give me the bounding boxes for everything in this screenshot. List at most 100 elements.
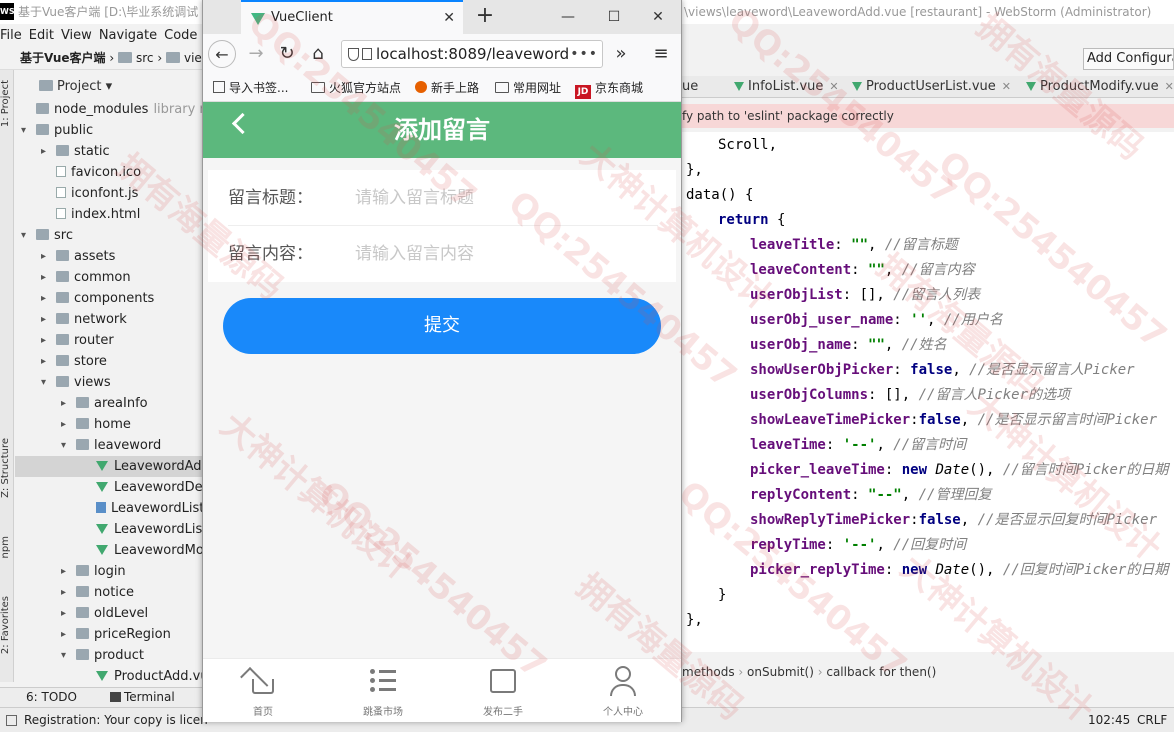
chevron-icon[interactable]: ▸ (41, 267, 51, 288)
forward-button[interactable]: → (242, 40, 270, 68)
nav-src[interactable]: src (136, 51, 154, 65)
bookmark-item[interactable]: 火狐官方站点 (311, 74, 401, 101)
close-tab-icon[interactable]: ✕ (1002, 80, 1011, 93)
chevron-icon[interactable]: ▸ (41, 246, 51, 267)
browser-tab[interactable]: VueClient ✕ (241, 0, 463, 34)
maximize-button[interactable]: ☐ (591, 0, 637, 34)
code-breadcrumb-item[interactable]: callback for then() (826, 665, 936, 679)
menu-item-view[interactable]: View (61, 28, 92, 43)
tree-item[interactable]: ▾ product (15, 645, 202, 666)
tree-item[interactable]: favicon.ico (15, 162, 202, 183)
chevron-icon[interactable]: ▸ (41, 351, 51, 372)
chevron-icon[interactable]: ▸ (41, 309, 51, 330)
chevron-icon[interactable]: ▸ (61, 414, 71, 435)
menu-item-code[interactable]: Code (164, 28, 197, 43)
tree-item[interactable]: ▸ components (15, 288, 202, 309)
cursor-position[interactable]: 102:45 (1088, 708, 1130, 732)
minimize-button[interactable]: — (545, 0, 591, 34)
tree-item[interactable]: ▾ views (15, 372, 202, 393)
nav-project[interactable]: 基于Vue客户端 (20, 51, 106, 65)
side-tab-favorites[interactable]: 2: Favorites (0, 596, 14, 654)
terminal-tab[interactable]: Terminal (124, 688, 175, 707)
url-bar[interactable]: localhost:8089/leaveword ••• (341, 40, 603, 68)
bookmark-item[interactable]: JD 京东商城 (575, 74, 643, 101)
chevron-icon[interactable]: ▸ (41, 288, 51, 309)
back-button[interactable]: ← (208, 40, 236, 68)
add-configuration-button[interactable]: Add Configurat (1083, 48, 1174, 70)
tree-item[interactable]: LeavewordAdd.vue (15, 456, 202, 477)
shield-icon[interactable] (348, 48, 359, 61)
tree-item[interactable]: ▸ priceRegion (15, 624, 202, 645)
todo-tab[interactable]: 6: TODO (26, 688, 77, 707)
tree-item[interactable]: ▸ common (15, 267, 202, 288)
editor-tab[interactable]: InfoList.vue ✕ (730, 76, 839, 97)
tree-item[interactable]: ▸ static (15, 141, 202, 162)
page-actions-icon[interactable]: ••• (570, 41, 598, 67)
bookmark-item[interactable]: 导入书签... (213, 74, 288, 101)
chevron-icon[interactable]: ▾ (41, 372, 51, 393)
tree-item[interactable]: ▾ leaveword (15, 435, 202, 456)
chevron-icon[interactable]: ▸ (61, 603, 71, 624)
tree-item[interactable]: index.html (15, 204, 202, 225)
tab-market[interactable]: 跳蚤市场 (323, 659, 443, 722)
tree-item[interactable]: ▸ login (15, 561, 202, 582)
hamburger-menu-icon[interactable]: ≡ (647, 40, 675, 68)
submit-button[interactable]: 提交 (223, 298, 661, 354)
chevron-icon[interactable]: ▾ (61, 435, 71, 456)
chevron-icon[interactable]: ▸ (41, 330, 51, 351)
overflow-chevron-icon[interactable]: » (607, 40, 635, 68)
code-editor[interactable]: Scroll,}, data() {return {leaveTitle: "",… (682, 132, 1174, 652)
side-tab-project[interactable]: 1: Project (0, 80, 14, 127)
new-tab-button[interactable]: + (471, 3, 499, 31)
tree-item[interactable]: ▸ notice (15, 582, 202, 603)
page-info-icon[interactable] (362, 48, 372, 60)
menu-item-navigate[interactable]: Navigate (99, 28, 157, 43)
title-input[interactable]: 请输入留言标题 (355, 170, 474, 226)
tree-item[interactable]: node_modules library root (15, 99, 202, 120)
bookmark-item[interactable]: 常用网址 (495, 74, 561, 101)
menu-item-edit[interactable]: Edit (29, 28, 54, 43)
tree-item[interactable]: LeavewordDetail.vue (15, 477, 202, 498)
bookmark-item[interactable]: 新手上路 (415, 74, 479, 101)
chevron-icon[interactable]: ▸ (61, 561, 71, 582)
tree-item[interactable]: ▾ public (15, 120, 202, 141)
tree-item[interactable]: iconfont.js (15, 183, 202, 204)
close-tab-icon[interactable]: ✕ (1165, 80, 1174, 93)
line-separator[interactable]: CRLF (1137, 708, 1167, 732)
reload-button[interactable]: ↻ (273, 40, 301, 68)
home-button[interactable]: ⌂ (304, 40, 332, 68)
tree-item[interactable]: ▸ oldLevel (15, 603, 202, 624)
window-close-button[interactable]: ✕ (635, 0, 681, 34)
tree-item[interactable]: ▸ store (15, 351, 202, 372)
close-tab-icon[interactable]: ✕ (829, 80, 838, 93)
tree-item[interactable]: LeavewordList.vue (15, 519, 202, 540)
editor-tab[interactable]: ProductUserList.vue ✕ (848, 76, 1011, 97)
title-field[interactable]: 留言标题： 请输入留言标题 (228, 170, 658, 226)
chevron-icon[interactable]: ▾ (21, 120, 31, 141)
side-tab-structure[interactable]: Z: Structure (0, 438, 14, 498)
tree-item[interactable]: ▸ router (15, 330, 202, 351)
tree-item[interactable]: LeavewordList.css (15, 498, 202, 519)
tree-item[interactable]: ▸ network (15, 309, 202, 330)
tab-profile[interactable]: 个人中心 (563, 659, 681, 722)
content-field[interactable]: 留言内容： 请输入留言内容 (228, 226, 658, 282)
menu-item-file[interactable]: File (0, 28, 22, 43)
tree-item[interactable]: ▾ src (15, 225, 202, 246)
tab-home[interactable]: 首页 (203, 659, 323, 722)
tree-item[interactable]: ▸ areaInfo (15, 393, 202, 414)
code-breadcrumb-item[interactable]: onSubmit() (747, 665, 814, 679)
tree-item[interactable]: ProductAdd.vue (15, 666, 202, 687)
chevron-icon[interactable]: ▾ (21, 225, 31, 246)
tree-item[interactable]: LeavewordModify.vue (15, 540, 202, 561)
side-tab-npm[interactable]: npm (0, 536, 14, 558)
tree-item[interactable]: ▸ assets (15, 246, 202, 267)
tab-publish[interactable]: 发布二手 (443, 659, 563, 722)
close-tab-icon[interactable]: ✕ (443, 2, 455, 34)
editor-tab[interactable]: ue (682, 76, 698, 97)
chevron-icon[interactable]: ▾ (61, 645, 71, 666)
nav-views[interactable]: vie (184, 51, 202, 65)
chevron-icon[interactable]: ▸ (61, 624, 71, 645)
code-breadcrumb-item[interactable]: methods (682, 665, 735, 679)
project-panel-header[interactable]: Project ▾ (15, 76, 202, 98)
content-input[interactable]: 请输入留言内容 (355, 226, 474, 282)
